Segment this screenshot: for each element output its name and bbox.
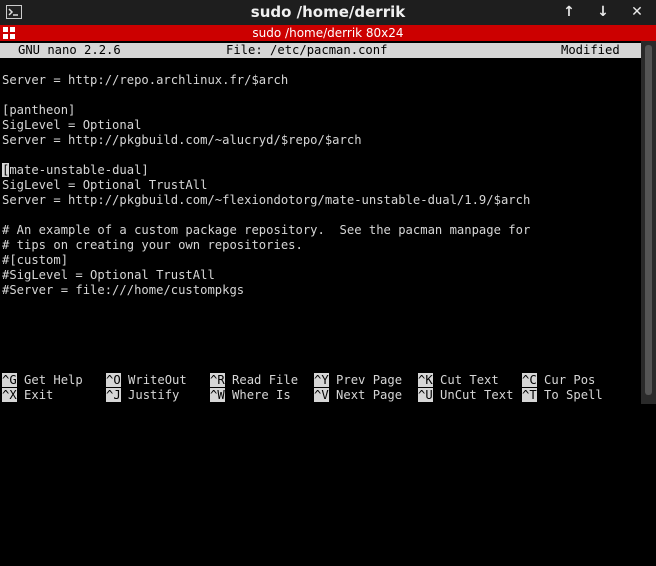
shortcut-get-help[interactable]: ^G Get Help bbox=[2, 373, 83, 388]
shortcut-exit[interactable]: ^X Exit bbox=[2, 388, 53, 403]
arrow-up-icon[interactable]: ↑ bbox=[560, 3, 578, 21]
editor-line: #SigLevel = Optional TrustAll bbox=[2, 268, 215, 282]
editor-line: # tips on creating your own repositories… bbox=[2, 238, 303, 252]
window-titlebar: sudo /home/derrik ↑ ↓ ✕ bbox=[0, 0, 656, 25]
shortcut-next-page[interactable]: ^V Next Page bbox=[314, 388, 402, 403]
editor-line: #[custom] bbox=[2, 253, 69, 267]
editor-line: # An example of a custom package reposit… bbox=[2, 223, 531, 237]
editor-line-text: mate-unstable-dual] bbox=[9, 163, 149, 177]
nano-status: Modified bbox=[561, 43, 620, 57]
shortcut-writeout[interactable]: ^O WriteOut bbox=[106, 373, 187, 388]
shortcut-to-spell[interactable]: ^T To Spell bbox=[522, 388, 603, 403]
editor-line: [pantheon] bbox=[2, 103, 76, 117]
shortcut-cut-text[interactable]: ^K Cut Text bbox=[418, 373, 499, 388]
editor-line: SigLevel = Optional bbox=[2, 118, 142, 132]
terminal-scrollbar[interactable] bbox=[641, 41, 656, 404]
window-title: sudo /home/derrik bbox=[250, 3, 406, 21]
editor-line: Server = http://pkgbuild.com/~flexiondot… bbox=[2, 193, 531, 207]
scrollbar-thumb[interactable] bbox=[645, 45, 652, 395]
shortcut-justify[interactable]: ^J Justify bbox=[106, 388, 179, 403]
nano-header-bar: GNU nano 2.2.6 File: /etc/pacman.conf Mo… bbox=[0, 43, 641, 58]
shortcut-prev-page[interactable]: ^Y Prev Page bbox=[314, 373, 402, 388]
nano-filename: File: /etc/pacman.conf bbox=[226, 43, 388, 57]
terminal-area[interactable]: GNU nano 2.2.6 File: /etc/pacman.conf Mo… bbox=[0, 41, 641, 404]
close-icon[interactable]: ✕ bbox=[628, 3, 646, 21]
editor-line: #Server = file:///home/custompkgs bbox=[2, 283, 245, 297]
editor-line: Server = http://repo.archlinux.fr/$arch bbox=[2, 73, 289, 87]
editor-line-cursor: [mate-unstable-dual] bbox=[2, 163, 149, 178]
shortcut-cur-pos[interactable]: ^C Cur Pos bbox=[522, 373, 595, 388]
terminal-tab-title: sudo /home/derrik 80x24 bbox=[252, 26, 404, 40]
nano-version: GNU nano 2.2.6 bbox=[18, 43, 121, 57]
terminal-tab-bar: sudo /home/derrik 80x24 bbox=[0, 25, 656, 41]
shortcut-read-file[interactable]: ^R Read File bbox=[210, 373, 298, 388]
shortcut-where-is[interactable]: ^W Where Is bbox=[210, 388, 291, 403]
arrow-down-icon[interactable]: ↓ bbox=[594, 3, 612, 21]
editor-line: Server = http://pkgbuild.com/~alucryd/$r… bbox=[2, 133, 362, 147]
shortcut-uncut-text[interactable]: ^U UnCut Text bbox=[418, 388, 513, 403]
editor-line: SigLevel = Optional TrustAll bbox=[2, 178, 208, 192]
